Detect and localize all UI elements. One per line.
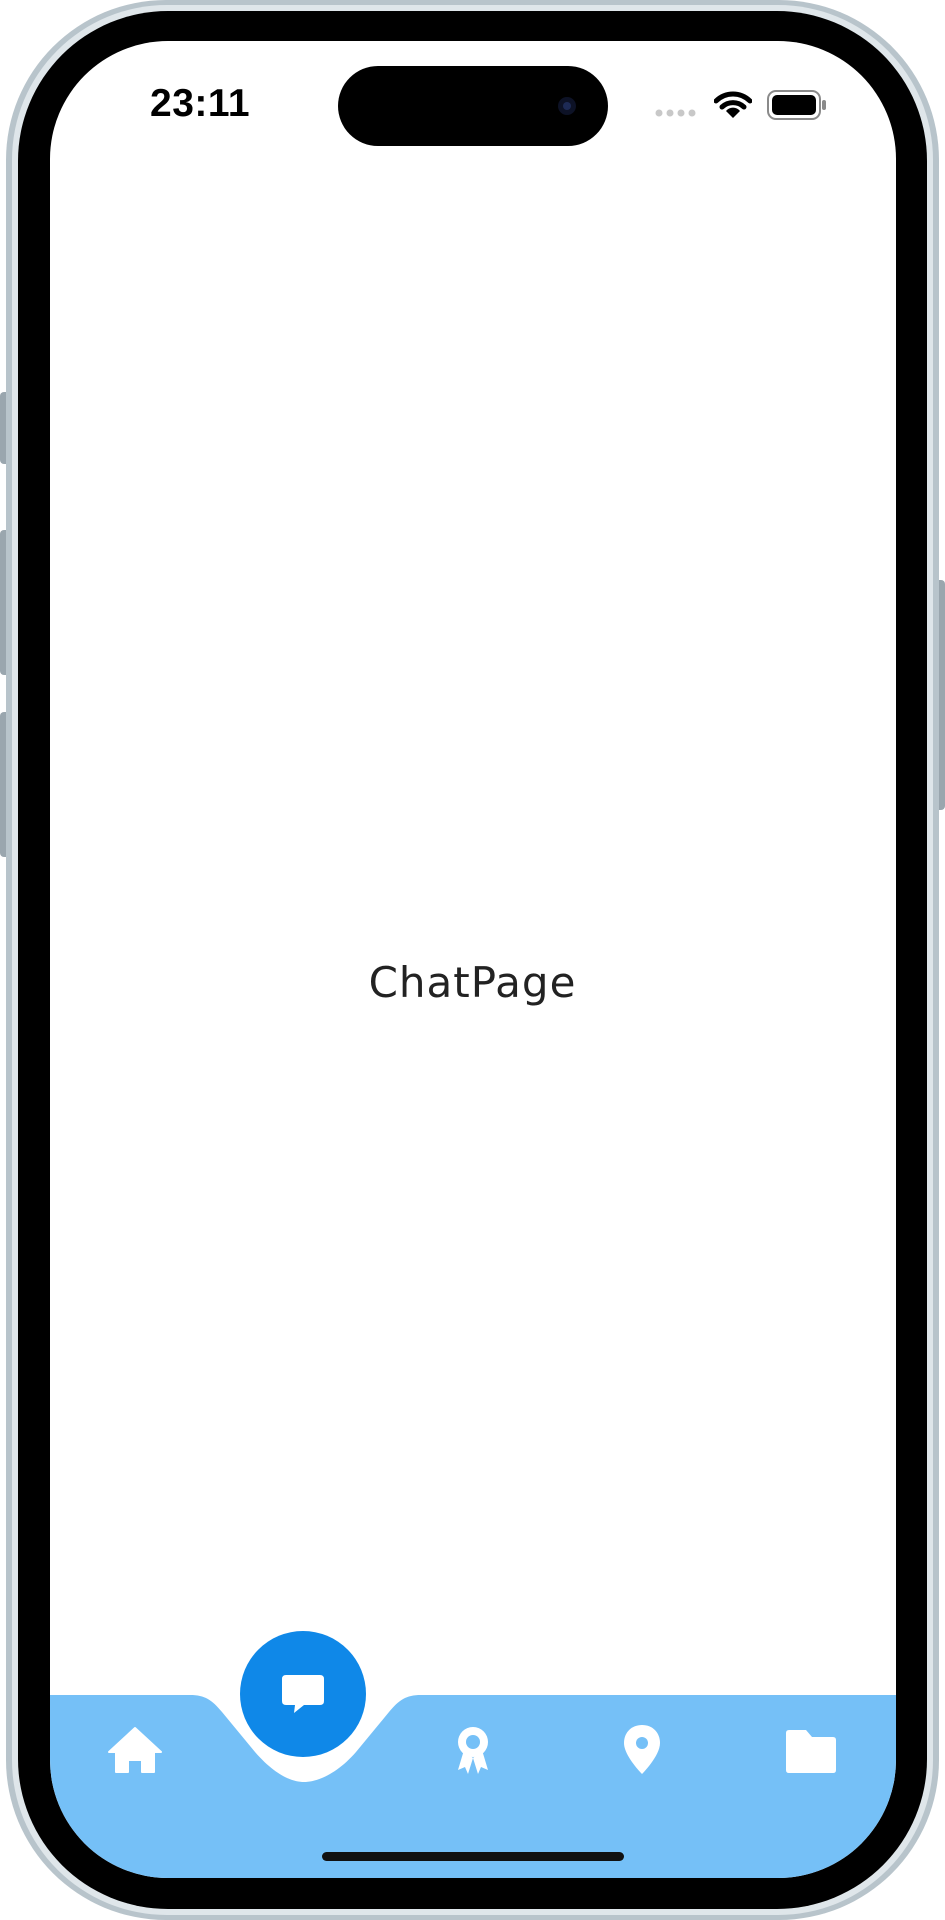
nav-item-chat[interactable] bbox=[240, 1631, 366, 1757]
home-icon bbox=[108, 1727, 162, 1773]
status-time: 23:11 bbox=[150, 82, 251, 125]
award-icon bbox=[458, 1727, 488, 1774]
page-title: ChatPage bbox=[368, 958, 577, 1007]
nav-item-folder[interactable] bbox=[776, 1720, 846, 1780]
nav-item-home[interactable] bbox=[100, 1720, 170, 1780]
folder-icon bbox=[786, 1730, 836, 1773]
wifi-icon bbox=[714, 91, 752, 118]
chat-icon bbox=[282, 1675, 324, 1713]
cellular-icon bbox=[655, 109, 696, 117]
nav-item-location[interactable] bbox=[607, 1720, 677, 1780]
nav-item-award[interactable] bbox=[438, 1720, 508, 1780]
battery-icon bbox=[767, 90, 826, 120]
location-pin-icon bbox=[624, 1725, 660, 1774]
